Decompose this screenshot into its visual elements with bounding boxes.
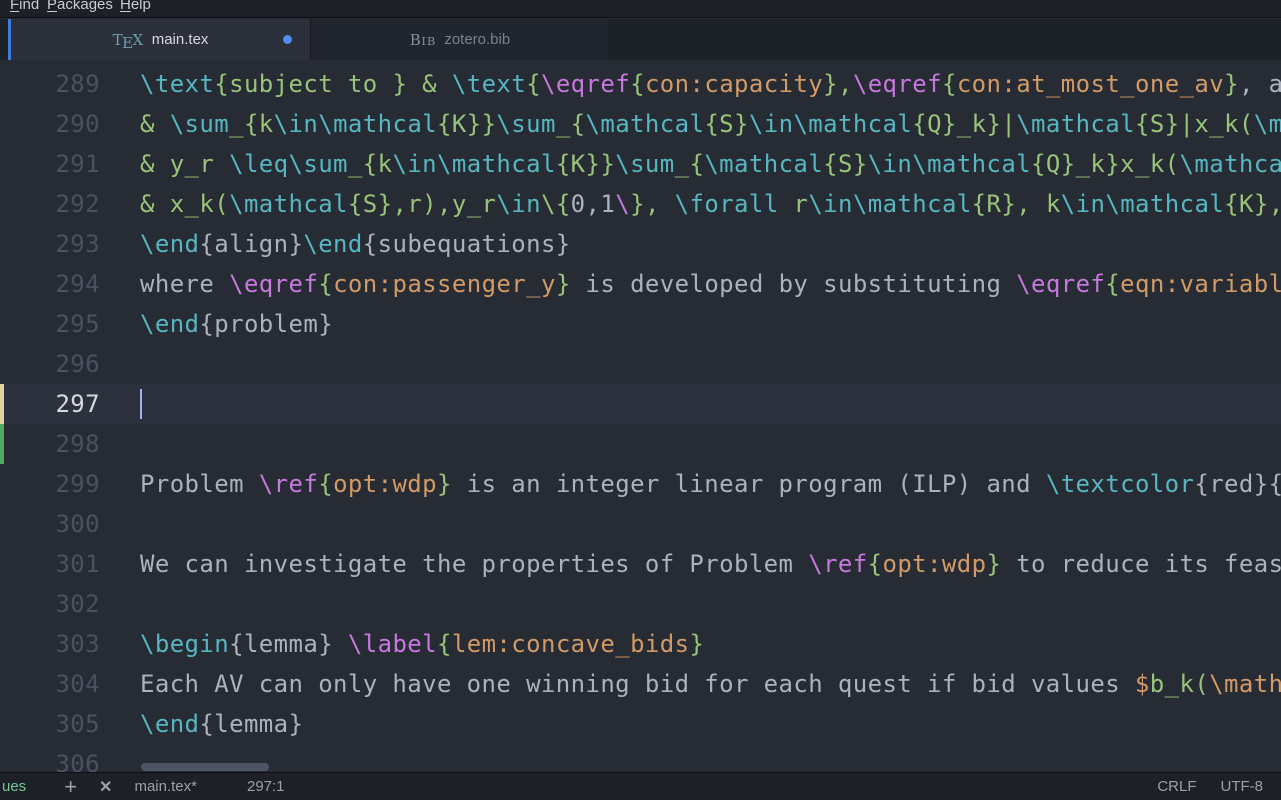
menu-bar: Find Packages Help [0,0,1281,18]
line-number[interactable]: 289 [0,64,100,104]
tab-label: main.tex [152,31,209,48]
bib-file-icon: BIB [410,31,437,49]
tab-main-tex[interactable]: TEX main.tex [11,19,310,60]
code-line[interactable]: 300 [0,504,1281,544]
code-line[interactable]: 298 [0,424,1281,464]
editor-window: Find Packages Help TEX main.tex BIB zotero… [0,0,1281,800]
line-number[interactable]: 291 [0,144,100,184]
encoding-indicator[interactable]: UTF-8 [1221,778,1264,795]
line-number[interactable]: 303 [0,624,100,664]
horizontal-scrollbar-thumb[interactable] [141,763,269,771]
code-line[interactable]: 299 Problem \ref{opt:wdp} is an integer l… [0,464,1281,504]
code-text: & x_k(\mathcal{S},r),y_r\in\{0,1\}, \for… [140,184,1281,224]
editor[interactable]: 289 \text{subject to } & \text{\eqref{con… [0,60,1281,772]
status-right-group: CRLF UTF-8 [1157,778,1281,795]
tex-file-icon: TEX [113,31,144,49]
line-number[interactable]: 295 [0,304,100,344]
line-number[interactable]: 304 [0,664,100,704]
modified-dot [283,35,292,44]
code-line[interactable]: 296 [0,344,1281,384]
tab-label: zotero.bib [444,31,510,48]
code-line[interactable]: 304 Each AV can only have one winning bid… [0,664,1281,704]
line-number[interactable]: 306 [0,744,100,772]
menu-item-find[interactable]: Find [10,0,39,16]
code-text: \end{align}\end{subequations} [140,224,571,264]
code-text: & y_r \leq\sum_{k\in\mathcal{K}}\sum_{\m… [140,144,1281,184]
code-line[interactable]: 302 [0,584,1281,624]
close-icon[interactable]: ✕ [99,777,112,797]
line-number[interactable]: 297 [0,384,100,424]
code-text: & \sum_{k\in\mathcal{K}}\sum_{\mathcal{S… [140,104,1281,144]
code-line[interactable]: 303 \begin{lemma} \label{lem:concave_bids… [0,624,1281,664]
tab-bar: TEX main.tex BIB zotero.bib [0,19,1281,60]
panel-tab-partial[interactable]: ues [2,778,26,795]
code-text: \end{problem} [140,304,333,344]
add-icon[interactable]: + [64,777,77,797]
code-line[interactable]: 294 where \eqref{con:passenger_y} is deve… [0,264,1281,304]
code-text: Each AV can only have one winning bid fo… [140,664,1281,704]
line-number[interactable]: 300 [0,504,100,544]
code-text: We can investigate the properties of Pro… [140,544,1281,584]
line-number[interactable]: 299 [0,464,100,504]
code-text: Problem \ref{opt:wdp} is an integer line… [140,464,1281,504]
code-line[interactable]: 291 & y_r \leq\sum_{k\in\mathcal{K}}\sum_… [0,144,1281,184]
line-number[interactable]: 296 [0,344,100,384]
code-text: \text{subject to } & \text{\eqref{con:ca… [140,64,1281,104]
code-line[interactable]: 301 We can investigate the properties of … [0,544,1281,584]
line-number[interactable]: 298 [0,424,100,464]
code-line[interactable]: 290 & \sum_{k\in\mathcal{K}}\sum_{\mathca… [0,104,1281,144]
menu-item-help[interactable]: Help [120,0,151,16]
tab-zotero-bib[interactable]: BIB zotero.bib [310,19,610,60]
line-number[interactable]: 301 [0,544,100,584]
line-ending-indicator[interactable]: CRLF [1157,778,1196,795]
code-line[interactable]: 289 \text{subject to } & \text{\eqref{con… [0,64,1281,104]
text-cursor [140,389,142,419]
cursor-position[interactable]: 297:1 [247,778,285,795]
line-number[interactable]: 294 [0,264,100,304]
status-filename: main.tex* [134,778,197,795]
code-text: \end{lemma} [140,704,303,744]
code-line[interactable]: 297 [0,384,1281,424]
code-text: where \eqref{con:passenger_y} is develop… [140,264,1281,304]
code-area: 289 \text{subject to } & \text{\eqref{con… [0,64,1281,772]
menu-item-packages[interactable]: Packages [47,0,113,16]
line-number[interactable]: 305 [0,704,100,744]
line-number[interactable]: 290 [0,104,100,144]
line-number[interactable]: 302 [0,584,100,624]
code-line[interactable]: 293 \end{align}\end{subequations} [0,224,1281,264]
code-line[interactable]: 295 \end{problem} [0,304,1281,344]
line-number[interactable]: 293 [0,224,100,264]
code-text: \begin{lemma} \label{lem:concave_bids} [140,624,704,664]
line-number[interactable]: 292 [0,184,100,224]
code-line[interactable]: 305 \end{lemma} [0,704,1281,744]
code-line[interactable]: 292 & x_k(\mathcal{S},r),y_r\in\{0,1\}, \… [0,184,1281,224]
status-bar: ues + ✕ main.tex* 297:1 CRLF UTF-8 [0,772,1281,800]
